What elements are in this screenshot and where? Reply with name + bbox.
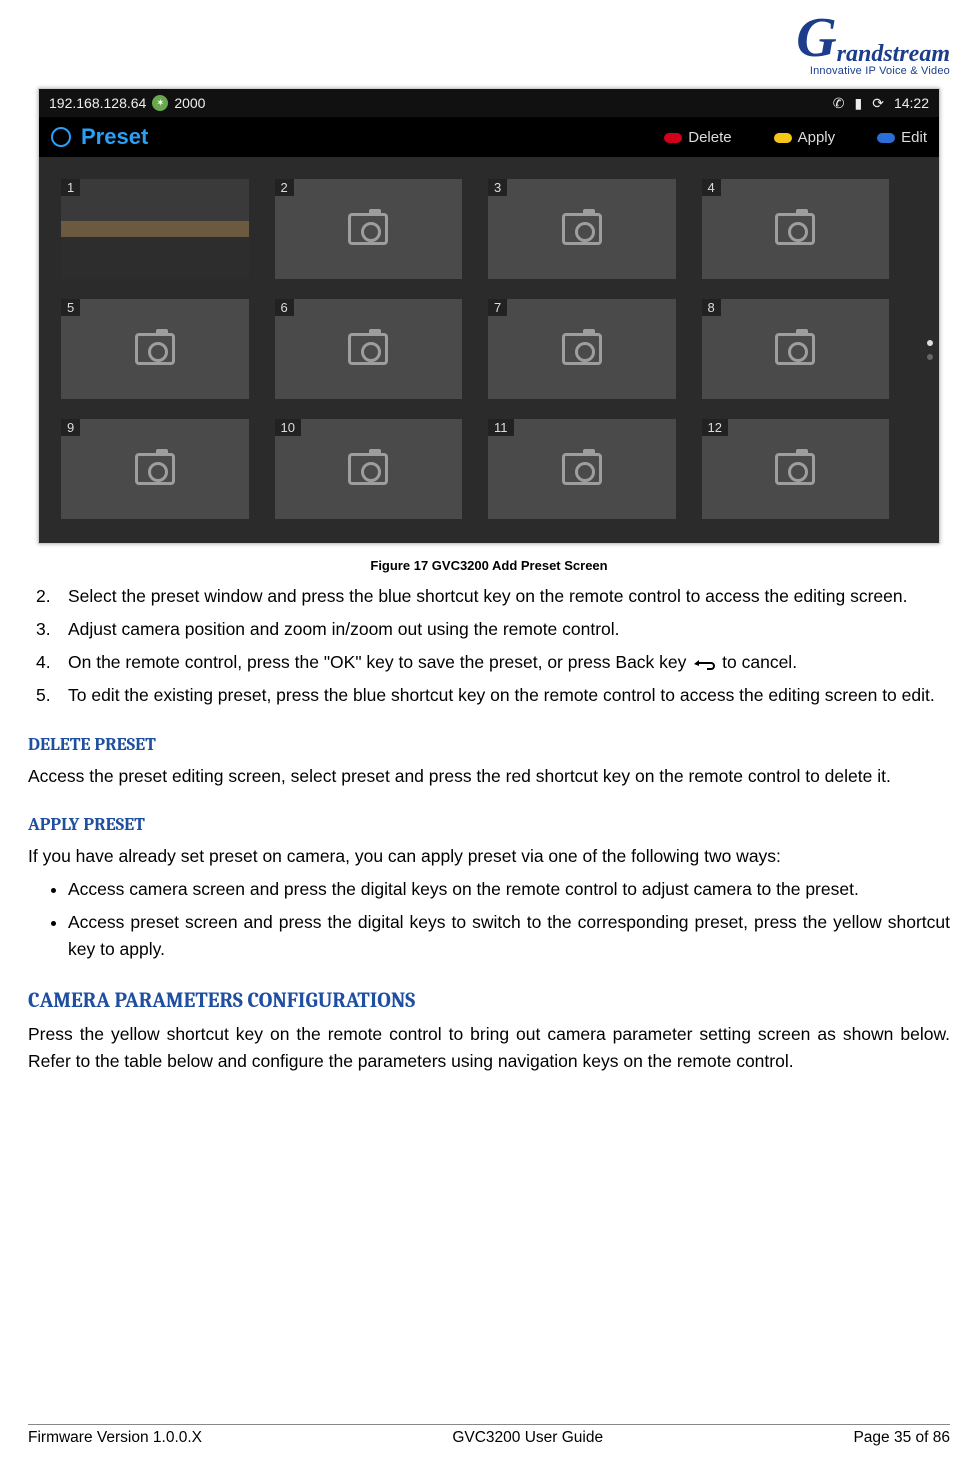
footer-firmware: Firmware Version 1.0.0.X <box>28 1429 202 1447</box>
logo-g-icon: G <box>796 10 836 66</box>
apply-bullet-1: Access camera screen and press the digit… <box>68 876 950 903</box>
camera-icon <box>775 453 815 485</box>
preset-tile-10[interactable]: 10 <box>275 419 463 519</box>
preset-tile-9[interactable]: 9 <box>61 419 249 519</box>
signal-icon: ▮ <box>855 95 863 112</box>
back-key-icon <box>691 657 717 671</box>
brand-logo: Grandstream Innovative IP Voice & Video <box>796 10 950 77</box>
apply-preset-list: Access camera screen and press the digit… <box>28 876 950 963</box>
step-2: Select the preset window and press the b… <box>68 583 950 610</box>
steps-list: Select the preset window and press the b… <box>28 583 950 710</box>
figure-caption: Figure 17 GVC3200 Add Preset Screen <box>28 558 950 573</box>
preset-header: Preset Delete Apply Edit <box>39 117 939 157</box>
camera-icon <box>135 333 175 365</box>
pager-dot-active <box>927 340 933 346</box>
camera-icon <box>135 453 175 485</box>
preset-tile-7[interactable]: 7 <box>488 299 676 399</box>
apply-action[interactable]: Apply <box>774 129 836 146</box>
camera-icon <box>348 453 388 485</box>
pager-dot <box>927 354 933 360</box>
preset-tile-2[interactable]: 2 <box>275 179 463 279</box>
camera-params-text: Press the yellow shortcut key on the rem… <box>28 1021 950 1075</box>
preset-grid: 1 2 3 4 5 6 7 8 9 10 11 12 <box>39 157 921 543</box>
status-ext: 2000 <box>174 95 205 111</box>
delete-preset-heading: DELETE PRESET <box>28 734 950 755</box>
preset-ring-icon <box>51 127 71 147</box>
blue-pill-icon <box>877 133 895 143</box>
step-4: On the remote control, press the "OK" ke… <box>68 649 950 676</box>
camera-icon <box>562 333 602 365</box>
apply-bullet-2: Access preset screen and press the digit… <box>68 909 950 963</box>
presence-icon: ✶ <box>152 95 168 111</box>
footer-title: GVC3200 User Guide <box>452 1429 603 1447</box>
phone-icon: ✆ <box>833 95 845 112</box>
camera-icon <box>775 333 815 365</box>
preset-tile-6[interactable]: 6 <box>275 299 463 399</box>
apply-preset-heading: APPLY PRESET <box>28 814 950 835</box>
preset-tile-4[interactable]: 4 <box>702 179 890 279</box>
preset-tile-12[interactable]: 12 <box>702 419 890 519</box>
preset-tile-1[interactable]: 1 <box>61 179 249 279</box>
page-footer: Firmware Version 1.0.0.X GVC3200 User Gu… <box>28 1424 950 1447</box>
sync-icon: ⟳ <box>872 95 884 112</box>
yellow-pill-icon <box>774 133 792 143</box>
status-ip: 192.168.128.64 <box>49 95 146 111</box>
apply-preset-text: If you have already set preset on camera… <box>28 843 950 870</box>
red-pill-icon <box>664 133 682 143</box>
step-3: Adjust camera position and zoom in/zoom … <box>68 616 950 643</box>
preset-tile-3[interactable]: 3 <box>488 179 676 279</box>
camera-icon <box>775 213 815 245</box>
camera-icon <box>562 213 602 245</box>
camera-params-heading: CAMERA PARAMETERS CONFIGURATIONS <box>28 989 950 1013</box>
camera-icon <box>348 213 388 245</box>
preset-screenshot: 192.168.128.64 ✶ 2000 ✆ ▮ ⟳ 14:22 Preset… <box>38 88 940 544</box>
logo-tagline: Innovative IP Voice & Video <box>796 66 950 77</box>
preset-title: Preset <box>81 124 148 150</box>
logo-text: randstream <box>837 41 950 67</box>
camera-icon <box>562 453 602 485</box>
footer-page: Page 35 of 86 <box>853 1429 950 1447</box>
edit-action[interactable]: Edit <box>877 129 927 146</box>
page-indicator <box>921 157 939 543</box>
status-time: 14:22 <box>894 95 929 111</box>
step-5: To edit the existing preset, press the b… <box>68 682 950 709</box>
preset-tile-5[interactable]: 5 <box>61 299 249 399</box>
delete-action[interactable]: Delete <box>664 129 731 146</box>
status-bar: 192.168.128.64 ✶ 2000 ✆ ▮ ⟳ 14:22 <box>39 89 939 117</box>
delete-preset-text: Access the preset editing screen, select… <box>28 763 950 790</box>
camera-icon <box>348 333 388 365</box>
preset-tile-11[interactable]: 11 <box>488 419 676 519</box>
preset-tile-8[interactable]: 8 <box>702 299 890 399</box>
